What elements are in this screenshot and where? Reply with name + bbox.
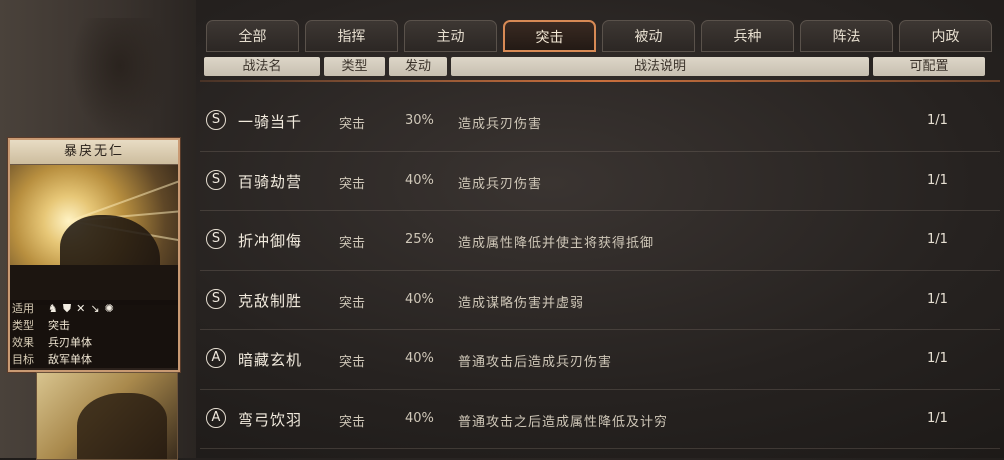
tactic-available: 1/1 <box>927 291 948 307</box>
tactic-type: 突击 <box>339 236 366 251</box>
tactic-description: 造成谋略伤害并虚弱 <box>458 295 585 311</box>
bow-icon: ✕ <box>76 302 86 315</box>
table-row[interactable]: S 折冲御侮 突击 25% 造成属性降低并使主将获得抵御 1/1 <box>200 211 1000 271</box>
tactic-name: 百骑劫营 <box>238 172 303 191</box>
stat-value-target: 敌军单体 <box>48 353 92 366</box>
tab-assault[interactable]: 突击 <box>503 20 596 52</box>
tactic-description: 普通攻击后造成兵刃伤害 <box>458 355 613 370</box>
tactic-description: 造成属性降低并使主将获得抵御 <box>458 236 655 251</box>
tactic-type: 突击 <box>339 355 366 370</box>
tactic-rate: 40% <box>405 172 434 188</box>
tactic-rate: 40% <box>405 410 434 426</box>
table-header: 战法名 类型 发动 战法说明 可配置 <box>204 57 985 76</box>
grade-badge: S <box>206 288 226 309</box>
tab-internal-affairs[interactable]: 内政 <box>899 20 992 52</box>
stat-key-applicable: 适用 <box>12 302 34 315</box>
tactic-description: 造成兵刃伤害 <box>458 176 543 192</box>
tactic-available: 1/1 <box>927 172 948 188</box>
tab-command[interactable]: 指挥 <box>305 20 398 52</box>
grade-badge: S <box>206 169 226 190</box>
tactic-available: 1/1 <box>927 351 948 366</box>
stat-key-type: 类型 <box>12 319 34 332</box>
column-header-type[interactable]: 类型 <box>324 57 385 76</box>
header-divider <box>200 80 1000 82</box>
tactic-rate: 40% <box>405 351 434 366</box>
grade-badge: S <box>206 229 226 249</box>
tab-formation[interactable]: 阵法 <box>800 20 893 52</box>
tactic-rate: 40% <box>405 291 434 307</box>
tactic-description: 普通攻击之后造成属性降低及计穷 <box>458 414 669 430</box>
tab-active[interactable]: 主动 <box>404 20 497 52</box>
card-stats: 适用 ♞ ⛊ ✕ ↘ ✺ 类型 突击 效果 兵刃单体 目标 敌军单体 <box>10 300 178 368</box>
table-row[interactable]: S 一骑当千 突击 30% 造成兵刃伤害 1/1 <box>200 92 1000 152</box>
tactic-type: 突击 <box>339 295 366 311</box>
tactic-description: 造成兵刃伤害 <box>458 117 543 132</box>
tab-troop[interactable]: 兵种 <box>701 20 794 52</box>
column-header-available[interactable]: 可配置 <box>873 57 985 76</box>
tab-all[interactable]: 全部 <box>206 20 299 52</box>
unit-icons: ♞ ⛊ ✕ ↘ ✺ <box>42 300 114 317</box>
tactic-type: 突击 <box>339 176 366 192</box>
tactic-available: 1/1 <box>927 113 948 128</box>
table-row[interactable]: S 百骑劫营 突击 40% 造成兵刃伤害 1/1 <box>200 152 1000 211</box>
card-artwork <box>10 165 178 305</box>
tactic-type: 突击 <box>339 117 366 132</box>
category-tabs: 全部 指挥 主动 突击 被动 兵种 阵法 内政 <box>206 20 992 52</box>
shield-icon: ⛊ <box>62 302 72 315</box>
column-header-name[interactable]: 战法名 <box>204 57 320 76</box>
grade-badge: S <box>206 110 226 130</box>
grade-badge: A <box>206 407 226 428</box>
selected-tactic-card[interactable]: 暴戾无仁 适用 ♞ ⛊ ✕ ↘ ✺ 类型 突击 效果 兵刃单体 目标 敌军单体 <box>8 138 180 372</box>
stat-key-target: 目标 <box>12 353 34 366</box>
tactic-available: 1/1 <box>927 410 948 426</box>
table-row[interactable]: A 弯弓饮羽 突击 40% 普通攻击之后造成属性降低及计穷 1/1 <box>200 390 1000 449</box>
table-row[interactable]: A 暗藏玄机 突击 40% 普通攻击后造成兵刃伤害 1/1 <box>200 330 1000 390</box>
tab-passive[interactable]: 被动 <box>602 20 695 52</box>
tactic-name: 折冲御侮 <box>238 232 303 250</box>
tactic-rate: 25% <box>405 232 434 247</box>
tactic-name: 暗藏玄机 <box>238 351 303 369</box>
tactic-type: 突击 <box>339 414 366 430</box>
spear-icon: ↘ <box>90 302 100 315</box>
stat-key-effect: 效果 <box>12 336 34 349</box>
stat-value-type: 突击 <box>48 319 70 332</box>
siege-icon: ✺ <box>104 302 114 315</box>
tactic-name: 克敌制胜 <box>238 291 303 310</box>
card-title: 暴戾无仁 <box>10 140 178 165</box>
column-header-description: 战法说明 <box>451 57 869 76</box>
hero-portrait-background <box>70 18 170 138</box>
table-row[interactable]: S 克敌制胜 突击 40% 造成谋略伤害并虚弱 1/1 <box>200 271 1000 330</box>
column-header-rate[interactable]: 发动 <box>389 57 447 76</box>
tactics-list: S 一骑当千 突击 30% 造成兵刃伤害 1/1 S 百骑劫营 突击 40% 造… <box>200 92 1000 449</box>
cavalry-icon: ♞ <box>48 302 58 315</box>
grade-badge: A <box>206 348 226 368</box>
stat-value-effect: 兵刃单体 <box>48 336 92 349</box>
tactic-available: 1/1 <box>927 232 948 247</box>
tactic-name: 一骑当千 <box>238 113 303 131</box>
tactic-name: 弯弓饮羽 <box>238 410 303 429</box>
next-tactic-card[interactable] <box>36 372 178 460</box>
tactic-rate: 30% <box>405 113 434 128</box>
